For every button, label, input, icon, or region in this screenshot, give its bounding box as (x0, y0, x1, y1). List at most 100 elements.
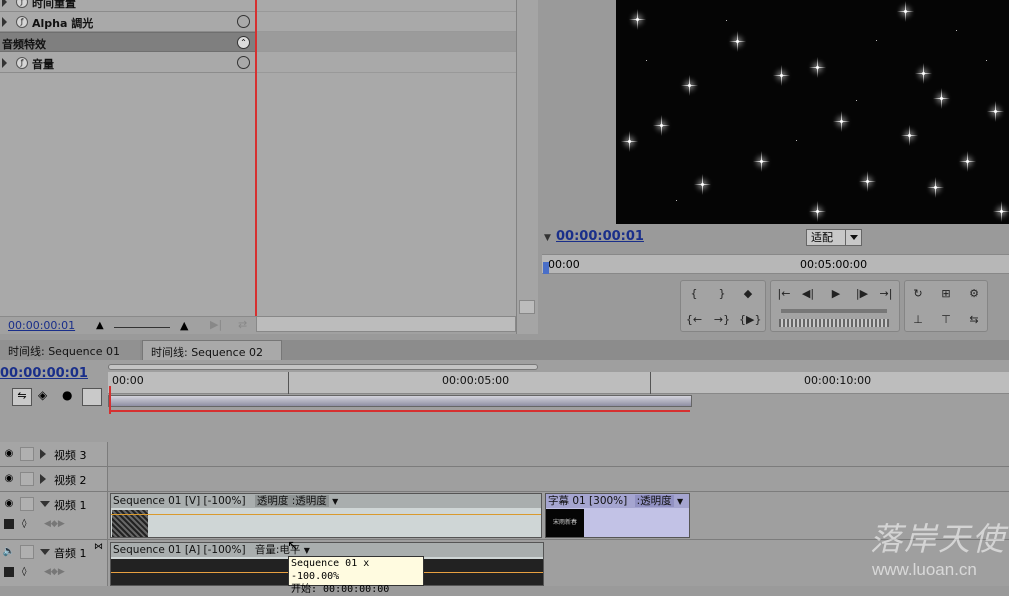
loop-icon[interactable]: ↻ (909, 287, 927, 301)
extract-icon[interactable]: ⊤ (937, 313, 955, 327)
eye-icon[interactable]: ◉ (2, 447, 16, 461)
star-sparkle (933, 88, 950, 109)
fx-horizontal-scrollbar[interactable] (256, 316, 516, 332)
track-name: 视频 3 (54, 449, 87, 462)
tab-sequence-01[interactable]: 时间线: Sequence 01 (0, 340, 140, 360)
chevron-down-icon[interactable]: ▼ (677, 497, 683, 506)
fit-select[interactable]: 适配 (806, 229, 862, 246)
display-style-icon[interactable] (4, 567, 14, 577)
star-dot (726, 20, 727, 21)
play-icon[interactable]: ▶ (827, 287, 845, 301)
scroll-down-icon[interactable] (519, 300, 535, 314)
fx-vertical-scrollbar[interactable] (516, 0, 538, 334)
trim-icon[interactable]: ⇆ (965, 313, 983, 327)
speaker-icon[interactable]: 🔈 (2, 545, 16, 559)
fx-keyframe-lane[interactable] (256, 0, 516, 12)
fx-timecode[interactable]: 00:00:00:01 (8, 319, 75, 332)
fx-keyframe-lane[interactable] (256, 12, 516, 32)
fx-keyframe-lane[interactable] (256, 53, 516, 73)
star-dot (876, 40, 877, 41)
timeline-timecode[interactable]: 00:00:00:01 (0, 366, 88, 381)
fx-section-audio[interactable]: 音频特效 ⌃ (0, 32, 256, 52)
zoom-out-icon[interactable]: ▲ (96, 320, 104, 331)
lock-toggle[interactable] (20, 497, 34, 511)
fx-toggle-icon[interactable]: ƒ (16, 0, 28, 8)
output-icon[interactable]: ⚙ (965, 287, 983, 301)
tab-sequence-02[interactable]: 时间线: Sequence 02 × (142, 340, 282, 373)
ruler-tick-label: 00:00:05:00 (442, 374, 510, 387)
timeline-zoom-bar[interactable] (108, 364, 538, 370)
collapse-triangle-icon[interactable] (40, 501, 50, 507)
track-video-3[interactable]: ◉ 视频 3 (0, 442, 1009, 467)
monitor-ruler[interactable]: 00:00 00:05:00:00 (542, 254, 1009, 274)
opacity-line[interactable] (111, 514, 541, 515)
clip-property[interactable]: :透明度 (634, 495, 674, 507)
zoom-slider[interactable] (114, 318, 170, 328)
eye-icon[interactable]: ◉ (2, 472, 16, 486)
lock-toggle[interactable] (20, 545, 34, 559)
play-in-to-out-icon[interactable]: {▶} (739, 313, 761, 327)
collapse-up-icon[interactable]: ⌃ (237, 36, 250, 49)
monitor-playhead[interactable] (543, 262, 549, 274)
go-to-out-icon[interactable]: →} (713, 313, 731, 327)
jog-wheel[interactable] (779, 319, 889, 327)
toggle-icon[interactable]: ⇄ (238, 318, 247, 331)
collapse-triangle-icon[interactable] (40, 549, 50, 555)
set-marker-icon[interactable]: ◆ (739, 287, 757, 301)
fx-toggle-icon[interactable]: ƒ (16, 16, 28, 28)
clip-header: Sequence 01 [A] [-100%] 音量:电平 ▼ (111, 543, 543, 557)
display-style-icon[interactable] (4, 519, 14, 529)
mark-out-icon[interactable]: } (713, 287, 731, 301)
clip-property[interactable]: 透明度 :透明度 (254, 495, 329, 507)
prev-keyframe-icon[interactable]: ◀◆▶ (44, 567, 65, 577)
timeline-ruler[interactable]: 00:00 00:00:05:00 00:00:10:00 (108, 372, 1009, 394)
eye-icon[interactable]: ◉ (2, 497, 16, 511)
fx-toggle-icon[interactable]: ƒ (16, 57, 28, 69)
expand-triangle-icon[interactable] (2, 58, 7, 68)
mark-in-icon[interactable]: { (685, 287, 703, 301)
step-back-icon[interactable]: ◀| (799, 287, 817, 301)
clip-title-01[interactable]: 字幕 01 [300%] :透明度 ▼ 宋雨新春 (545, 493, 690, 538)
reset-icon[interactable] (237, 15, 250, 28)
fx-playhead-line[interactable] (255, 0, 257, 316)
chevron-down-icon[interactable] (845, 230, 861, 245)
go-to-in-icon[interactable]: {← (685, 313, 703, 327)
track-video-2[interactable]: ◉ 视频 2 (0, 467, 1009, 492)
work-area-bar[interactable] (108, 395, 692, 407)
clip-thumbnail: 宋雨新春 (546, 509, 584, 537)
keyframe-view-icon[interactable]: ◊ (22, 519, 26, 529)
transport-controls: |← ◀| ▶ |▶ →| (770, 280, 900, 332)
chevron-down-icon[interactable]: ▼ (332, 497, 338, 506)
lock-toggle[interactable] (20, 472, 34, 486)
go-to-next-icon[interactable]: ▶| (210, 318, 222, 331)
work-area-icon[interactable] (82, 388, 102, 406)
clip-sequence-01-video[interactable]: Sequence 01 [V] [-100%] 透明度 :透明度 ▼ (110, 493, 542, 538)
monitor-timecode[interactable]: 00:00:00:01 (556, 229, 644, 244)
lock-toggle[interactable] (20, 447, 34, 461)
step-forward-icon[interactable]: |▶ (853, 287, 871, 301)
sync-lock-icon[interactable]: ⋈ (94, 542, 103, 552)
chevron-down-icon[interactable]: ▼ (304, 546, 310, 555)
shuttle-slider[interactable] (781, 309, 887, 313)
marker-drop-icon[interactable]: ● (62, 388, 72, 402)
fx-keyframe-lane[interactable] (256, 32, 516, 52)
star-sparkle (859, 171, 876, 192)
keyframe-view-icon[interactable]: ◊ (22, 567, 26, 577)
prev-keyframe-icon[interactable]: ◀◆▶ (44, 519, 65, 529)
lift-icon[interactable]: ⊥ (909, 313, 927, 327)
expand-triangle-icon[interactable] (2, 17, 7, 27)
zoom-in-icon[interactable]: ▲ (180, 319, 188, 332)
fx-row-alpha[interactable]: ƒ Alpha 調光 (0, 12, 256, 32)
reset-icon[interactable] (237, 56, 250, 69)
fx-row-time-remap[interactable]: ƒ 时间重置 (0, 0, 256, 12)
step-to-prev-edit-icon[interactable]: |← (775, 287, 793, 301)
safe-margins-icon[interactable]: ⊞ (937, 287, 955, 301)
expand-triangle-icon[interactable] (40, 449, 46, 459)
timeline-playhead[interactable] (109, 386, 111, 414)
step-to-next-edit-icon[interactable]: →| (877, 287, 895, 301)
expand-triangle-icon[interactable] (2, 0, 7, 7)
fx-row-volume[interactable]: ƒ 音量 (0, 53, 256, 73)
set-encore-marker-icon[interactable]: ◈ (38, 388, 47, 402)
snap-icon[interactable]: ⇋ (12, 388, 32, 406)
expand-triangle-icon[interactable] (40, 474, 46, 484)
